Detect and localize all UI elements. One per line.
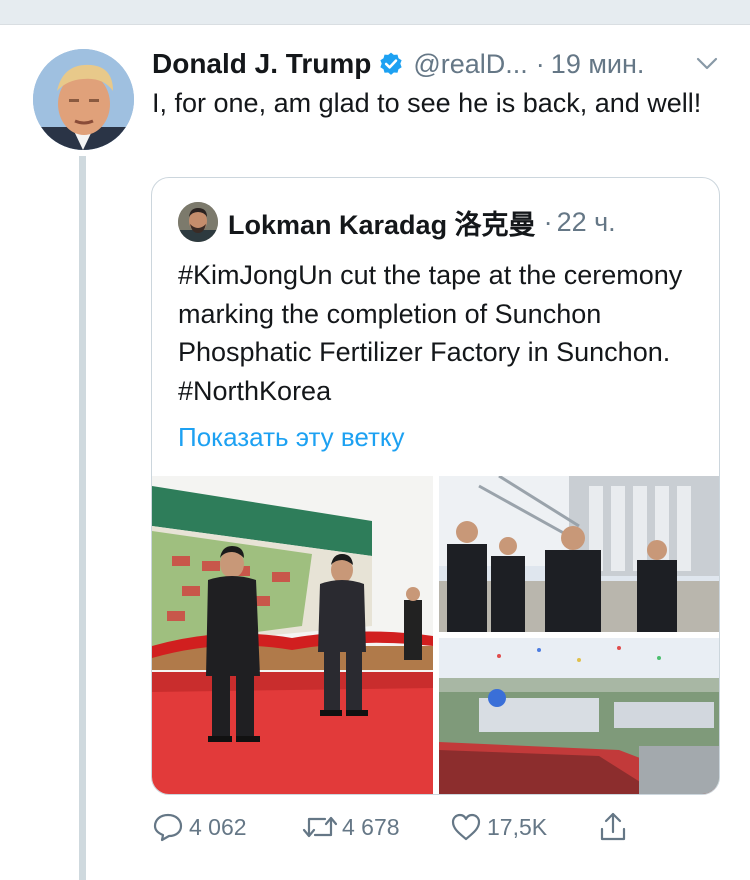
reply-icon	[152, 812, 184, 842]
quoted-tweet[interactable]: Lokman Karadag 洛克曼 · 22 ч. #KimJongUn cu…	[151, 177, 720, 795]
media-grid	[152, 476, 719, 794]
share-icon	[597, 811, 629, 843]
share-button[interactable]	[597, 810, 629, 844]
retweet-button[interactable]: 4 678	[300, 810, 400, 844]
like-count: 17,5K	[487, 813, 548, 840]
ribbon-cutting-photo[interactable]	[152, 476, 433, 794]
quoted-tweet-text: #KimJongUn cut the tape at the ceremony …	[178, 260, 683, 406]
tweet-header: Donald J. Trump @realD... · 19 мин.	[152, 44, 644, 84]
thread-line	[79, 156, 86, 880]
quoted-tweet-header: Lokman Karadag 洛克曼 · 22 ч.	[228, 202, 616, 242]
factory-visit-photo[interactable]	[439, 476, 719, 632]
reply-count: 4 062	[189, 813, 247, 840]
verified-badge-icon	[378, 51, 404, 77]
separator-dot: ·	[535, 48, 545, 79]
retweet-icon	[300, 812, 340, 842]
chevron-down-icon[interactable]	[696, 56, 718, 72]
reply-button[interactable]: 4 062	[152, 810, 247, 844]
quoted-author-name[interactable]: Lokman Karadag 洛克曼	[228, 203, 536, 242]
like-button[interactable]: 17,5K	[450, 810, 547, 844]
quoted-tweet-time[interactable]: 22 ч.	[557, 207, 616, 238]
top-bar	[0, 0, 750, 25]
quoted-author-avatar[interactable]	[178, 202, 218, 242]
author-avatar[interactable]	[33, 49, 134, 150]
retweet-count: 4 678	[342, 813, 400, 840]
separator-dot: ·	[543, 206, 553, 237]
author-handle[interactable]: @realD...	[413, 49, 527, 80]
tweet-text: I, for one, am glad to see he is back, a…	[152, 88, 702, 118]
heart-icon	[450, 812, 482, 842]
tweet-time[interactable]: 19 мин.	[551, 49, 645, 80]
crowd-ceremony-photo[interactable]	[439, 638, 719, 794]
author-name[interactable]: Donald J. Trump	[152, 48, 371, 80]
show-thread-link[interactable]: Показать эту ветку	[178, 422, 405, 453]
